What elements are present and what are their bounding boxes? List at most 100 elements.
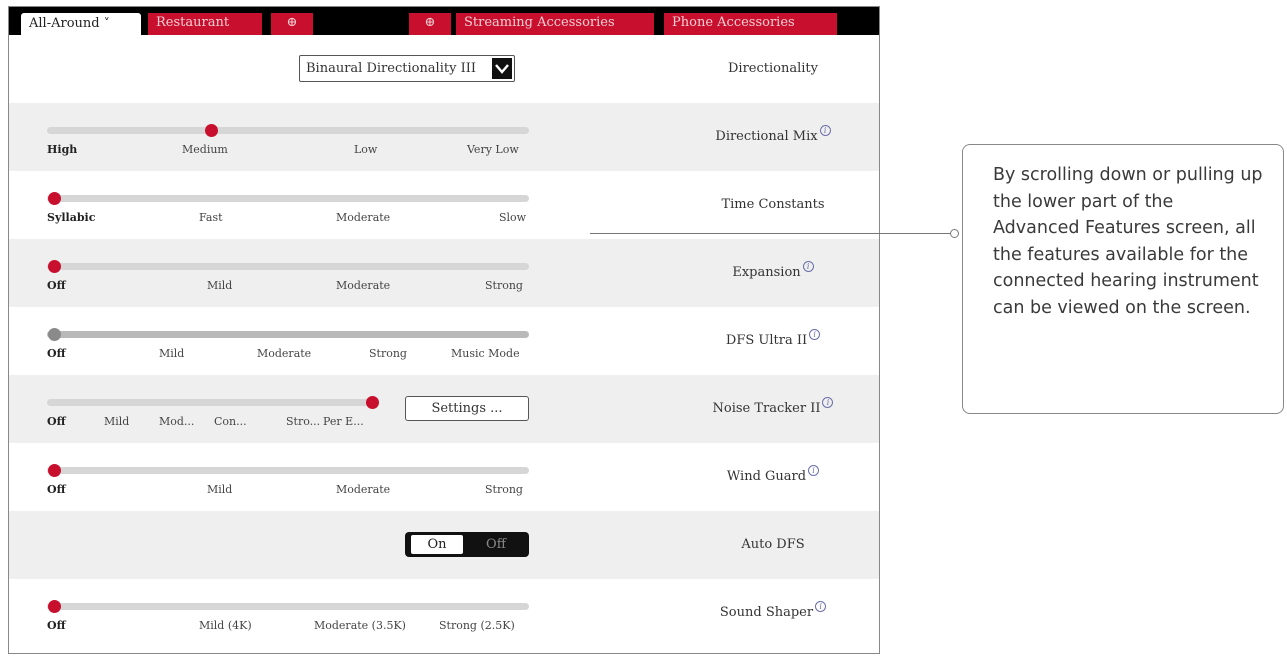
feature-label-text: Sound Shaper bbox=[719, 605, 814, 620]
slider-tick: Moderate bbox=[336, 279, 391, 292]
info-icon[interactable]: i bbox=[822, 397, 834, 408]
slider-tick: Strong (2.5K) bbox=[439, 619, 515, 632]
feature-label: Noise Tracker II i bbox=[665, 375, 879, 443]
add-circle-icon: ⊕ bbox=[286, 15, 298, 30]
slider-tick: Moderate bbox=[336, 483, 391, 496]
feature-label: Sound Shaper i bbox=[665, 579, 879, 647]
info-icon[interactable]: i bbox=[819, 125, 831, 136]
slider-tick: Moderate bbox=[257, 347, 312, 360]
slider-tick: Con... bbox=[214, 415, 247, 428]
expansion-slider-thumb[interactable] bbox=[48, 260, 61, 273]
feature-row-directionality: Binaural Directionality III Directionali… bbox=[9, 35, 879, 103]
slider-tick: Off bbox=[47, 347, 66, 360]
feature-row-expansion: Off Mild Moderate Strong Expansion i bbox=[9, 239, 879, 307]
slider-tick: Medium bbox=[182, 143, 228, 156]
toggle-off-option[interactable]: Off bbox=[471, 535, 521, 554]
time-constants-slider-thumb[interactable] bbox=[48, 192, 61, 205]
tab-phone-accessories[interactable]: Phone Accessories bbox=[664, 13, 837, 35]
feature-label-text: Directionality bbox=[728, 61, 818, 76]
wind-guard-slider-track[interactable] bbox=[47, 467, 529, 474]
slider-tick: Mild bbox=[104, 415, 130, 428]
slider-tick: Low bbox=[354, 143, 378, 156]
info-icon[interactable]: i bbox=[802, 261, 814, 272]
feature-label: Directional Mix i bbox=[665, 103, 879, 171]
feature-label-text: Expansion bbox=[732, 265, 801, 280]
feature-row-directional-mix: High Medium Low Very Low Directional Mix… bbox=[9, 103, 879, 171]
callout-text: By scrolling down or pulling up the lowe… bbox=[993, 165, 1263, 318]
slider-tick: Off bbox=[47, 279, 66, 292]
callout-box: By scrolling down or pulling up the lowe… bbox=[962, 144, 1284, 414]
slider-tick: High bbox=[47, 143, 78, 156]
feature-row-noise-tracker: Off Mild Mod... Con... Stro... Per E... … bbox=[9, 375, 879, 443]
toggle-on-option[interactable]: On bbox=[411, 535, 463, 554]
add-circle-icon: ⊕ bbox=[424, 15, 436, 30]
slider-tick: Mod... bbox=[159, 415, 195, 428]
tab-label: Streaming Accessories bbox=[464, 15, 615, 30]
slider-tick: Moderate (3.5K) bbox=[314, 619, 406, 632]
tab-label: Phone Accessories bbox=[672, 15, 795, 30]
expansion-slider-track[interactable] bbox=[47, 263, 529, 270]
feature-row-auto-dfs: On Off Auto DFS bbox=[9, 511, 879, 579]
feature-label-text: DFS Ultra II bbox=[725, 333, 808, 348]
slider-tick: Per E... bbox=[323, 415, 364, 428]
slider-tick: Strong bbox=[485, 483, 523, 496]
info-icon[interactable]: i bbox=[809, 329, 821, 340]
feature-label-text: Directional Mix bbox=[715, 129, 818, 144]
slider-tick: Mild (4K) bbox=[199, 619, 252, 632]
slider-tick: Strong bbox=[485, 279, 523, 292]
feature-label: DFS Ultra II i bbox=[665, 307, 879, 375]
feature-row-sound-shaper: Off Mild (4K) Moderate (3.5K) Strong (2.… bbox=[9, 579, 879, 647]
callout-connector-dot bbox=[950, 229, 959, 238]
slider-tick: Moderate bbox=[336, 211, 391, 224]
sound-shaper-slider-track[interactable] bbox=[47, 603, 529, 610]
dfs-ultra-slider-thumb[interactable] bbox=[48, 328, 61, 341]
tab-all-around[interactable]: All-Around ˅ bbox=[21, 13, 141, 35]
feature-label: Wind Guard i bbox=[665, 443, 879, 511]
feature-label-text: Noise Tracker II bbox=[712, 401, 821, 416]
advanced-features-panel: All-Around ˅ Restaurant ⊕ ⊕ Streaming Ac… bbox=[8, 6, 880, 654]
tab-restaurant[interactable]: Restaurant bbox=[148, 13, 262, 35]
slider-tick: Strong bbox=[369, 347, 407, 360]
feature-label: Auto DFS bbox=[665, 511, 879, 579]
slider-tick: Mild bbox=[207, 279, 233, 292]
directionality-dropdown[interactable]: Binaural Directionality III bbox=[299, 55, 515, 82]
slider-tick: Slow bbox=[499, 211, 527, 224]
tab-add-program[interactable]: ⊕ bbox=[271, 13, 313, 35]
noise-tracker-slider-track[interactable] bbox=[47, 399, 371, 406]
wind-guard-slider-thumb[interactable] bbox=[48, 464, 61, 477]
feature-label: Expansion i bbox=[665, 239, 879, 307]
slider-tick: Off bbox=[47, 483, 66, 496]
info-icon[interactable]: i bbox=[808, 465, 820, 476]
slider-tick: Off bbox=[47, 415, 66, 428]
program-tab-bar: All-Around ˅ Restaurant ⊕ ⊕ Streaming Ac… bbox=[9, 7, 879, 35]
slider-tick: Mild bbox=[207, 483, 233, 496]
info-icon[interactable]: i bbox=[815, 601, 827, 612]
feature-label: Directionality bbox=[665, 35, 879, 103]
slider-tick: Fast bbox=[199, 211, 223, 224]
feature-label-text: Time Constants bbox=[721, 197, 825, 212]
directional-mix-slider-thumb[interactable] bbox=[205, 124, 218, 137]
noise-tracker-slider-thumb[interactable] bbox=[366, 396, 379, 409]
time-constants-slider-track[interactable] bbox=[47, 195, 529, 202]
slider-tick: Music Mode bbox=[451, 347, 520, 360]
chevron-down-icon[interactable]: ˅ bbox=[104, 16, 110, 30]
auto-dfs-toggle[interactable]: On Off bbox=[405, 532, 529, 557]
callout-connector-line bbox=[590, 233, 952, 234]
tab-streaming-accessories[interactable]: Streaming Accessories bbox=[456, 13, 654, 35]
feature-label-text: Auto DFS bbox=[741, 537, 805, 552]
slider-tick: Syllabic bbox=[47, 211, 96, 224]
slider-tick: Off bbox=[47, 619, 66, 632]
noise-tracker-settings-button[interactable]: Settings ... bbox=[405, 396, 529, 421]
feature-row-dfs-ultra: Off Mild Moderate Strong Music Mode DFS … bbox=[9, 307, 879, 375]
feature-label-text: Wind Guard bbox=[726, 469, 807, 484]
feature-label: Time Constants bbox=[665, 171, 879, 239]
sound-shaper-slider-thumb[interactable] bbox=[48, 600, 61, 613]
chevron-down-icon[interactable] bbox=[492, 58, 512, 79]
directional-mix-slider-track[interactable] bbox=[47, 127, 529, 134]
dfs-ultra-slider-track[interactable] bbox=[47, 331, 529, 338]
slider-tick: Mild bbox=[159, 347, 185, 360]
tab-label: Restaurant bbox=[156, 15, 230, 30]
dropdown-value: Binaural Directionality III bbox=[306, 61, 476, 76]
tab-add-program-2[interactable]: ⊕ bbox=[409, 13, 451, 35]
feature-row-time-constants: Syllabic Fast Moderate Slow Time Constan… bbox=[9, 171, 879, 239]
